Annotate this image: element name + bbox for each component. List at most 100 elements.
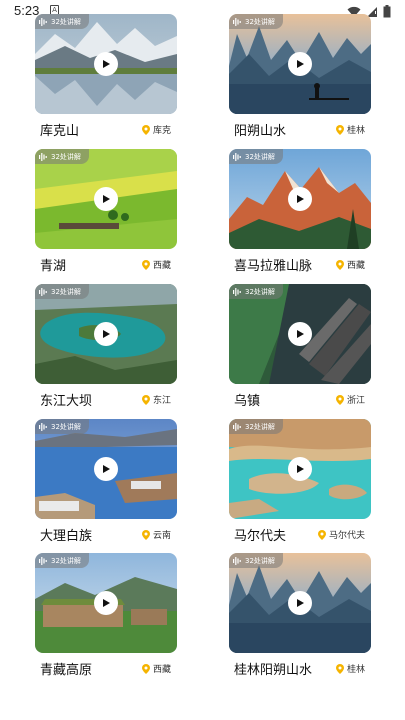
scenic-card[interactable]: 32处讲解 青湖 西藏 [35, 149, 177, 274]
card-image[interactable]: 32处讲解 [35, 553, 177, 653]
play-icon [297, 330, 304, 338]
play-button[interactable] [94, 187, 118, 211]
play-button[interactable] [288, 457, 312, 481]
audio-badge: 32处讲解 [229, 284, 283, 299]
audio-badge: 32处讲解 [229, 14, 283, 29]
card-location: 库克 [141, 123, 171, 136]
location-pin-icon [141, 529, 150, 540]
location-pin-icon [335, 124, 344, 135]
badge-text: 32处讲解 [245, 422, 275, 431]
scenic-card[interactable]: 32处讲解 东江大坝 东江 [35, 284, 177, 409]
audio-wave-icon [39, 17, 47, 26]
badge-text: 32处讲解 [51, 556, 81, 565]
scenic-card[interactable]: 32处讲解 阳朔山水 桂林 [229, 14, 371, 139]
badge-text: 32处讲解 [51, 287, 81, 296]
location-pin-icon [141, 394, 150, 405]
audio-badge: 32处讲解 [35, 284, 89, 299]
play-icon [297, 599, 304, 607]
audio-badge: 32处讲解 [229, 553, 283, 568]
card-image[interactable]: 32处讲解 [35, 419, 177, 519]
scenic-card[interactable]: 32处讲解 桂林阳朔山水 桂林 [229, 553, 371, 678]
card-title: 大理白族 [40, 529, 93, 544]
play-button[interactable] [94, 457, 118, 481]
battery-icon [383, 5, 391, 18]
audio-badge: 32处讲解 [35, 553, 89, 568]
location-text: 东江 [152, 396, 171, 406]
audio-badge: 32处讲解 [35, 149, 89, 164]
card-location: 马尔代夫 [317, 528, 365, 541]
scenic-card[interactable]: 32处讲解 库克山 库克 [35, 14, 177, 139]
play-icon [297, 60, 304, 68]
card-image[interactable]: 32处讲解 [229, 553, 371, 653]
location-pin-icon [335, 259, 344, 270]
card-location: 西藏 [141, 258, 171, 271]
play-button[interactable] [288, 322, 312, 346]
audio-wave-icon [233, 422, 241, 431]
location-text: 马尔代夫 [328, 531, 365, 541]
scenic-card[interactable]: 32处讲解 马尔代夫 马尔代夫 [229, 419, 371, 544]
play-icon [103, 330, 110, 338]
audio-badge: 32处讲解 [35, 14, 89, 29]
card-location: 桂林 [335, 662, 365, 675]
audio-wave-icon [39, 556, 47, 565]
card-image[interactable]: 32处讲解 [229, 284, 371, 384]
card-image[interactable]: 32处讲解 [229, 14, 371, 114]
badge-text: 32处讲解 [51, 17, 81, 26]
play-icon [297, 465, 304, 473]
card-image[interactable]: 32处讲解 [229, 149, 371, 249]
badge-text: 32处讲解 [245, 17, 275, 26]
location-pin-icon [141, 663, 150, 674]
card-image[interactable]: 32处讲解 [35, 284, 177, 384]
card-title: 乌镇 [234, 394, 261, 409]
location-text: 西藏 [346, 261, 365, 271]
location-pin-icon [317, 529, 326, 540]
audio-wave-icon [39, 287, 47, 296]
play-icon [103, 60, 110, 68]
card-location: 桂林 [335, 123, 365, 136]
location-text: 浙江 [346, 396, 365, 406]
scenic-card[interactable]: 32处讲解 喜马拉雅山脉 西藏 [229, 149, 371, 274]
location-text: 桂林 [346, 665, 365, 675]
play-button[interactable] [288, 187, 312, 211]
location-pin-icon [141, 259, 150, 270]
card-location: 西藏 [141, 662, 171, 675]
scenic-card[interactable]: 32处讲解 大理白族 云南 [35, 419, 177, 544]
audio-badge: 32处讲解 [35, 419, 89, 434]
play-button[interactable] [94, 322, 118, 346]
card-image[interactable]: 32处讲解 [35, 149, 177, 249]
badge-text: 32处讲解 [51, 152, 81, 161]
location-pin-icon [335, 394, 344, 405]
card-location: 西藏 [335, 258, 365, 271]
audio-wave-icon [39, 422, 47, 431]
location-text: 桂林 [346, 126, 365, 136]
location-pin-icon [141, 124, 150, 135]
play-icon [297, 195, 304, 203]
scenic-card[interactable]: 32处讲解 青藏高原 西藏 [35, 553, 177, 678]
audio-badge: 32处讲解 [229, 419, 283, 434]
card-image[interactable]: 32处讲解 [229, 419, 371, 519]
card-location: 云南 [141, 528, 171, 541]
badge-text: 32处讲解 [51, 422, 81, 431]
card-title: 喜马拉雅山脉 [234, 259, 313, 274]
card-location: 东江 [141, 393, 171, 406]
card-location: 浙江 [335, 393, 365, 406]
audio-wave-icon [233, 152, 241, 161]
card-title: 马尔代夫 [234, 529, 287, 544]
play-icon [103, 465, 110, 473]
card-title: 青藏高原 [40, 663, 93, 678]
card-image[interactable]: 32处讲解 [35, 14, 177, 114]
play-button[interactable] [288, 591, 312, 615]
play-button[interactable] [94, 52, 118, 76]
play-button[interactable] [288, 52, 312, 76]
location-text: 库克 [152, 126, 171, 136]
location-text: 西藏 [152, 665, 171, 675]
card-title: 库克山 [40, 124, 80, 139]
scenic-card[interactable]: 32处讲解 乌镇 浙江 [229, 284, 371, 409]
audio-wave-icon [233, 556, 241, 565]
play-button[interactable] [94, 591, 118, 615]
card-title: 东江大坝 [40, 394, 93, 409]
audio-badge: 32处讲解 [229, 149, 283, 164]
card-title: 阳朔山水 [234, 124, 287, 139]
location-text: 云南 [152, 531, 171, 541]
audio-wave-icon [233, 17, 241, 26]
